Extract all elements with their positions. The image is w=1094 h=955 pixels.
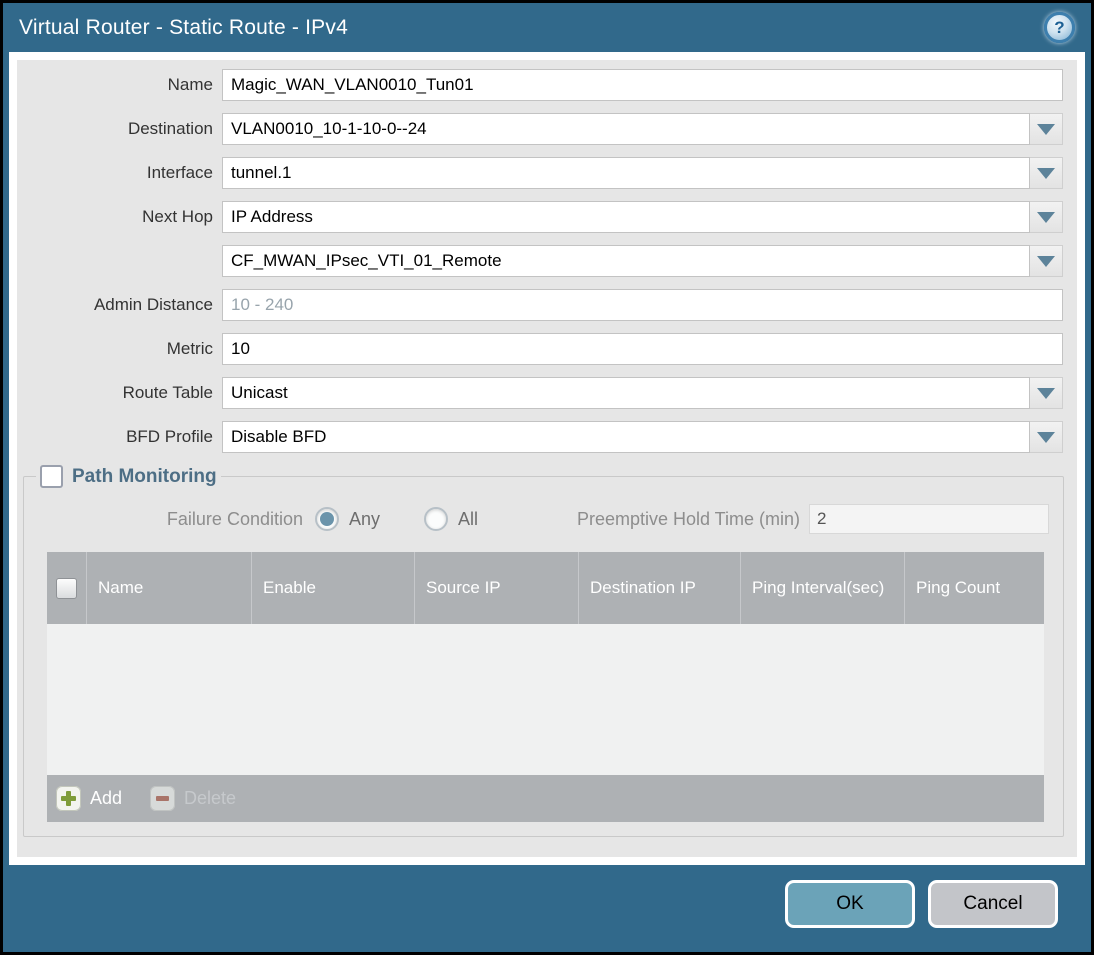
path-monitoring-checkbox[interactable]	[40, 465, 63, 488]
radio-any-label: Any	[349, 508, 381, 529]
add-button-label: Add	[90, 788, 123, 808]
table-body-empty	[47, 624, 1044, 775]
next-hop-address-dropdown-button[interactable]	[1030, 245, 1063, 277]
column-header-ping-interval: Ping Interval(sec)	[740, 552, 904, 624]
add-button[interactable]: Add	[56, 786, 122, 811]
bfd-profile-label: BFD Profile	[126, 427, 213, 446]
dialog-window: Virtual Router - Static Route - IPv4 ? N…	[3, 3, 1091, 952]
column-header-ping-count: Ping Count	[904, 552, 1044, 624]
column-header-source-ip: Source IP	[414, 552, 578, 624]
ok-button[interactable]: OK	[785, 880, 915, 928]
name-input[interactable]	[222, 69, 1063, 101]
destination-input[interactable]	[222, 113, 1030, 145]
delete-icon	[150, 786, 176, 811]
add-icon	[56, 786, 81, 811]
chevron-down-icon	[1037, 387, 1055, 399]
form-row-next-hop: Next Hop	[17, 201, 1063, 233]
form-row-route-table: Route Table	[17, 377, 1063, 409]
form-row-interface: Interface	[17, 157, 1063, 189]
help-icon[interactable]: ?	[1044, 12, 1075, 43]
name-label: Name	[167, 75, 213, 94]
failure-condition-row: Failure Condition Any All Preemptive Hol…	[35, 504, 1049, 534]
form-row-metric: Metric	[17, 333, 1063, 365]
admin-distance-input[interactable]	[222, 289, 1063, 321]
radio-any[interactable]	[315, 507, 339, 531]
next-hop-address-input[interactable]	[222, 245, 1030, 277]
metric-label: Metric	[166, 339, 213, 358]
path-monitoring-table: Name Enable Source IP Destination IP Pin…	[47, 552, 1044, 822]
dialog-body-frame: Name Destination Interface	[9, 52, 1085, 865]
column-header-name: Name	[86, 552, 251, 624]
dialog-title: Virtual Router - Static Route - IPv4	[19, 15, 348, 39]
cancel-button[interactable]: Cancel	[928, 880, 1058, 928]
admin-distance-label: Admin Distance	[93, 295, 213, 314]
form-row-bfd-profile: BFD Profile	[17, 421, 1063, 453]
route-table-input[interactable]	[222, 377, 1030, 409]
chevron-down-icon	[1037, 431, 1055, 443]
route-table-dropdown-button[interactable]	[1030, 377, 1063, 409]
radio-all[interactable]	[424, 507, 449, 531]
path-monitoring-title: Path Monitoring	[72, 465, 217, 487]
table-header-select-cell	[47, 552, 86, 624]
next-hop-type-input[interactable]	[222, 201, 1030, 233]
chevron-down-icon	[1037, 167, 1055, 179]
chevron-down-icon	[1037, 123, 1055, 135]
interface-dropdown-button[interactable]	[1030, 157, 1063, 189]
next-hop-type-dropdown-button[interactable]	[1030, 201, 1063, 233]
table-header-row: Name Enable Source IP Destination IP Pin…	[47, 552, 1044, 624]
radio-all-label: All	[458, 508, 479, 529]
interface-input[interactable]	[222, 157, 1030, 189]
destination-label: Destination	[127, 119, 213, 138]
form-row-admin-distance: Admin Distance	[17, 289, 1063, 321]
form-row-next-hop-address	[17, 245, 1063, 277]
delete-button-label: Delete	[184, 788, 237, 808]
dialog-content: Name Destination Interface	[17, 60, 1077, 857]
chevron-down-icon	[1037, 255, 1055, 267]
form-row-name: Name	[17, 69, 1063, 101]
interface-label: Interface	[146, 163, 213, 182]
bfd-profile-dropdown-button[interactable]	[1030, 421, 1063, 453]
form-row-destination: Destination	[17, 113, 1063, 145]
dialog-titlebar: Virtual Router - Static Route - IPv4 ?	[3, 3, 1091, 52]
destination-dropdown-button[interactable]	[1030, 113, 1063, 145]
path-monitoring-legend: Path Monitoring	[36, 465, 221, 488]
column-header-destination-ip: Destination IP	[578, 552, 740, 624]
table-footer: Add Delete	[47, 775, 1044, 822]
metric-input[interactable]	[222, 333, 1063, 365]
next-hop-label: Next Hop	[142, 207, 213, 226]
preemptive-hold-time-label: Preemptive Hold Time (min)	[576, 508, 800, 529]
bfd-profile-input[interactable]	[222, 421, 1030, 453]
route-table-label: Route Table	[122, 383, 213, 402]
path-monitoring-section: Path Monitoring Failure Condition Any Al…	[23, 465, 1064, 837]
chevron-down-icon	[1037, 211, 1055, 223]
delete-button[interactable]: Delete	[150, 786, 236, 811]
select-all-checkbox[interactable]	[56, 577, 77, 599]
preemptive-hold-time-input[interactable]	[809, 504, 1049, 534]
column-header-enable: Enable	[251, 552, 414, 624]
failure-condition-label: Failure Condition	[166, 508, 303, 529]
failure-condition-radio-group: Any All	[315, 507, 512, 531]
